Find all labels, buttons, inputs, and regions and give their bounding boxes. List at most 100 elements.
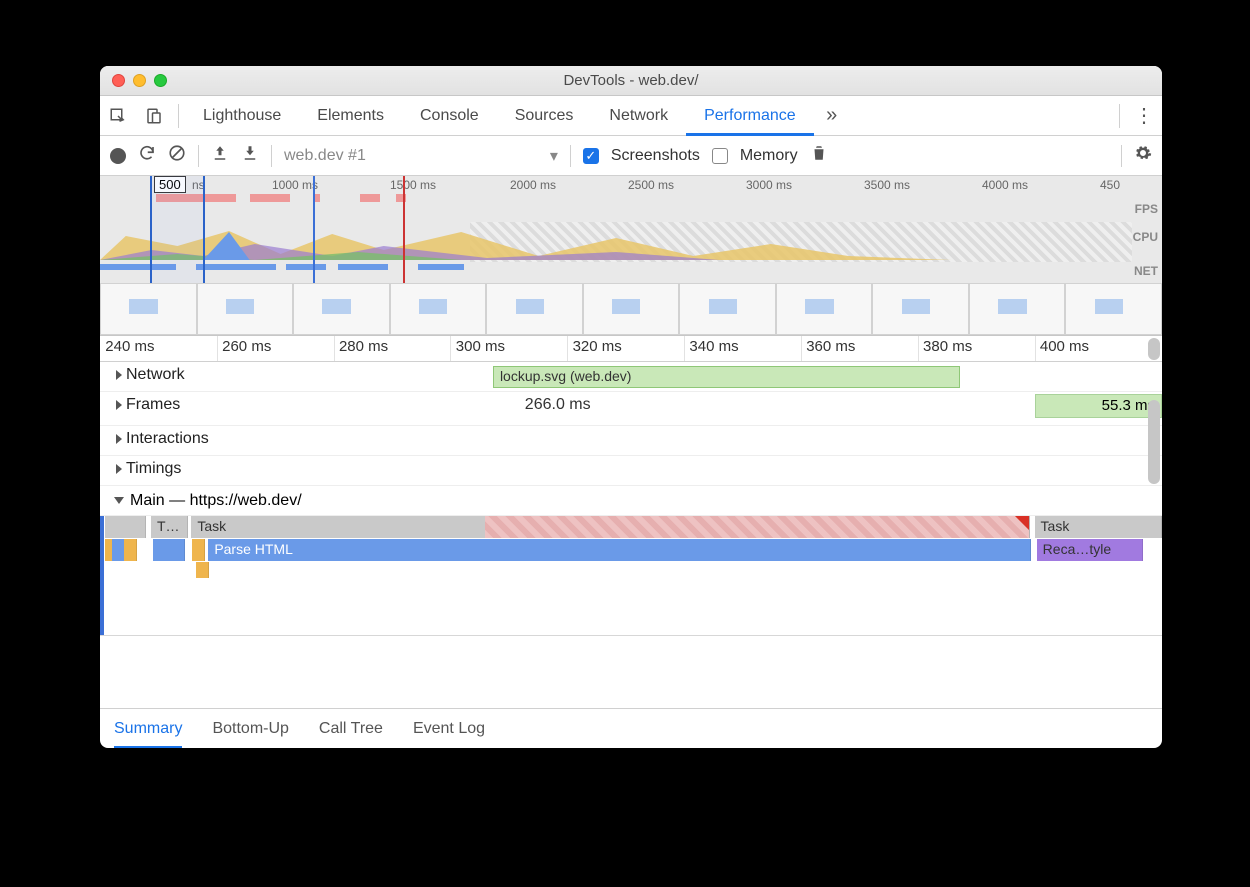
titlebar[interactable]: DevTools - web.dev/ (100, 66, 1162, 96)
recalc-style-bar[interactable]: Reca…tyle (1037, 539, 1143, 561)
network-track[interactable]: Network lockup.svg (web.dev) (100, 362, 1162, 392)
details-tabbar: Summary Bottom-Up Call Tree Event Log (100, 708, 1162, 748)
screenshot-thumb[interactable] (872, 283, 969, 335)
task-bar[interactable]: Task (191, 516, 1030, 538)
overview-tick: 2500 ms (628, 178, 674, 192)
reload-button[interactable] (138, 144, 156, 167)
tab-console[interactable]: Console (402, 96, 497, 136)
network-request-bar[interactable]: lockup.svg (web.dev) (493, 366, 960, 388)
overview-tick: 1000 ms (272, 178, 318, 192)
ruler-tick: 240 ms (105, 338, 154, 355)
clear-button[interactable] (168, 144, 186, 167)
tab-event-log[interactable]: Event Log (413, 709, 485, 749)
task-bar[interactable]: T… (151, 516, 188, 538)
ruler-tick: 400 ms (1040, 338, 1089, 355)
memory-checkbox[interactable] (712, 148, 728, 164)
expand-icon[interactable] (116, 370, 122, 380)
net-lane (100, 264, 1132, 272)
parse-html-bar[interactable]: Parse HTML (208, 539, 1031, 561)
script-bar[interactable] (196, 562, 209, 578)
delete-button[interactable] (810, 144, 828, 167)
expand-icon[interactable] (116, 400, 122, 410)
inspect-element-icon[interactable] (100, 96, 136, 136)
ruler-tick: 360 ms (806, 338, 855, 355)
tab-call-tree[interactable]: Call Tree (319, 709, 383, 749)
tab-performance[interactable]: Performance (686, 96, 814, 136)
frames-track[interactable]: Frames 266.0 ms 55.3 ms (100, 392, 1162, 426)
load-profile-button[interactable] (211, 144, 229, 167)
expand-icon[interactable] (116, 434, 122, 444)
performance-toolbar: web.dev #1 ▾ ✓ Screenshots Memory (100, 136, 1162, 176)
track-label: Timings (126, 460, 181, 478)
dropdown-caret-icon[interactable]: ▾ (550, 146, 558, 166)
screenshot-filmstrip[interactable] (100, 283, 1162, 335)
separator (271, 145, 272, 167)
separator (1119, 104, 1120, 128)
screenshot-thumb[interactable] (679, 283, 776, 335)
memory-label[interactable]: Memory (740, 147, 798, 165)
track-label: Main — https://web.dev/ (130, 492, 302, 510)
tab-elements[interactable]: Elements (299, 96, 402, 136)
fps-lane (100, 194, 1132, 202)
separator (1121, 145, 1122, 167)
scrollbar-thumb[interactable] (1148, 338, 1160, 360)
long-task-warning-icon (1015, 516, 1029, 530)
ruler-tick: 320 ms (573, 338, 622, 355)
frame-duration[interactable]: 266.0 ms (525, 396, 591, 414)
screenshot-thumb[interactable] (776, 283, 873, 335)
expand-icon[interactable] (116, 464, 122, 474)
screenshot-thumb[interactable] (100, 283, 197, 335)
interactions-track[interactable]: Interactions (100, 426, 1162, 456)
device-toggle-icon[interactable] (136, 96, 172, 136)
overview-tick: 1500 ms (390, 178, 436, 192)
tab-network[interactable]: Network (591, 96, 686, 136)
window-title: DevTools - web.dev/ (100, 72, 1162, 89)
separator (178, 104, 179, 128)
screenshot-thumb[interactable] (583, 283, 680, 335)
collapse-icon[interactable] (114, 497, 124, 504)
screenshots-checkbox[interactable]: ✓ (583, 148, 599, 164)
tab-sources[interactable]: Sources (497, 96, 592, 136)
screenshot-thumb[interactable] (293, 283, 390, 335)
main-thread-flame[interactable]: T… Task Task Parse HTML Reca…tyle (100, 516, 1162, 636)
screenshot-thumb[interactable] (197, 283, 294, 335)
timings-track[interactable]: Timings (100, 456, 1162, 486)
overview-tick: 450 (1100, 178, 1120, 192)
cpu-lane-label: CPU (1133, 230, 1158, 244)
overview-tick: 2000 ms (510, 178, 556, 192)
timeline-ruler[interactable]: 240 ms 260 ms 280 ms 300 ms 320 ms 340 m… (100, 336, 1162, 362)
devtools-window: DevTools - web.dev/ Lighthouse Elements … (100, 66, 1162, 748)
task-bar[interactable]: Task (1035, 516, 1162, 538)
cpu-lane (100, 226, 1132, 260)
overview-ticks: ns 1000 ms 1500 ms 2000 ms 2500 ms 3000 … (100, 178, 1162, 194)
main-thread-header[interactable]: Main — https://web.dev/ (100, 486, 1162, 516)
script-bar[interactable] (192, 539, 205, 561)
settings-gear-icon[interactable] (1134, 144, 1152, 167)
overview-pane[interactable]: 500 ns 1000 ms 1500 ms 2000 ms 2500 ms 3… (100, 176, 1162, 336)
ruler-tick: 340 ms (689, 338, 738, 355)
fps-lane-label: FPS (1135, 202, 1158, 216)
screenshot-thumb[interactable] (969, 283, 1066, 335)
track-label: Frames (126, 396, 180, 414)
ruler-tick: 380 ms (923, 338, 972, 355)
flamechart-area[interactable]: Network lockup.svg (web.dev) Frames 266.… (100, 362, 1162, 708)
overview-tick: 4000 ms (982, 178, 1028, 192)
main-tabbar: Lighthouse Elements Console Sources Netw… (100, 96, 1162, 136)
ruler-tick: 300 ms (456, 338, 505, 355)
frame-bar[interactable]: 55.3 ms (1035, 394, 1162, 418)
save-profile-button[interactable] (241, 144, 259, 167)
recording-selector[interactable]: web.dev #1 (284, 147, 366, 165)
screenshot-thumb[interactable] (390, 283, 487, 335)
tab-bottom-up[interactable]: Bottom-Up (212, 709, 288, 749)
tab-lighthouse[interactable]: Lighthouse (185, 96, 299, 136)
more-tabs-icon[interactable]: » (814, 96, 850, 136)
screenshot-thumb[interactable] (486, 283, 583, 335)
screenshot-thumb[interactable] (1065, 283, 1162, 335)
record-button[interactable] (110, 148, 126, 164)
screenshots-label[interactable]: Screenshots (611, 147, 700, 165)
ruler-tick: 280 ms (339, 338, 388, 355)
kebab-menu-icon[interactable]: ⋮ (1126, 96, 1162, 136)
track-label: Network (126, 366, 185, 384)
tab-summary[interactable]: Summary (114, 709, 182, 749)
ruler-tick: 260 ms (222, 338, 271, 355)
